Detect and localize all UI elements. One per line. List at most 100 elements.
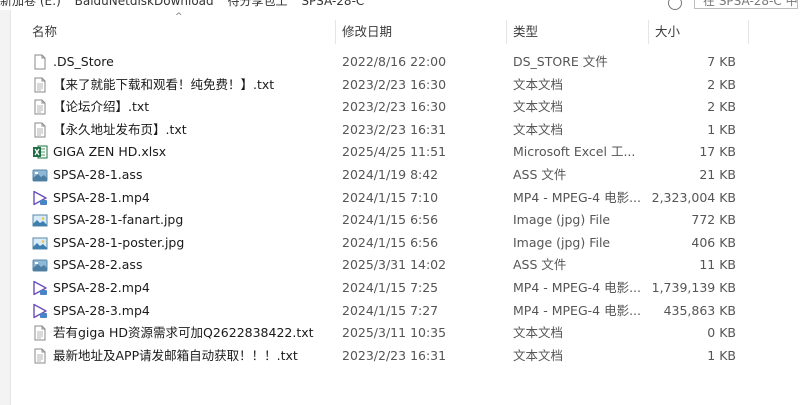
file-size: 406 KB (691, 234, 736, 250)
file-row[interactable]: 【来了就能下载和观看！纯免费！】.txt 2023/2/23 16:30 文本文档 2… (20, 74, 800, 97)
file-type: ASS 文件 (513, 257, 567, 273)
file-row[interactable]: 【论坛介绍】.txt 2023/2/23 16:30 文本文档 2 KB (20, 96, 800, 119)
file-date: 2023/2/23 16:30 (342, 99, 447, 115)
column-size-header[interactable]: 大小 (643, 14, 743, 50)
file-row[interactable]: .DS_Store 2022/8/16 22:00 DS_STORE 文件 7 KB (20, 51, 800, 74)
file-date: 2024/1/15 7:27 (342, 302, 439, 318)
file-type: MP4 - MPEG-4 电影... (513, 189, 641, 205)
text-file-icon (32, 99, 48, 115)
column-header: ^ 名称 修改日期 类型 大小 (20, 12, 800, 50)
file-row[interactable]: SPSA-28-1.ass 2024/1/19 8:42 ASS 文件 21 KB (20, 164, 800, 187)
file-name: SPSA-28-2.mp4 (53, 279, 150, 295)
column-type-header[interactable]: 类型 (501, 14, 643, 50)
ass-file-icon (32, 257, 48, 273)
file-date: 2022/8/16 22:00 (342, 54, 447, 69)
text-file-icon (32, 77, 48, 93)
file-row[interactable]: SPSA-28-3.mp4 2024/1/15 7:27 MP4 - MPEG-4 … (20, 300, 800, 323)
file-type: 文本文档 (513, 99, 564, 115)
ass-file-icon (32, 167, 48, 183)
file-date: 2023/2/23 16:31 (342, 347, 447, 363)
file-size: 1 KB (707, 121, 736, 137)
file-type: Image (jpg) File (513, 234, 611, 250)
file-size: 2 KB (707, 99, 736, 115)
file-name: 【论坛介绍】.txt (53, 99, 150, 115)
file-row[interactable]: SPSA-28-1.mp4 2024/1/15 7:10 MP4 - MPEG-4 … (20, 187, 800, 210)
file-date: 2024/1/19 8:42 (342, 166, 439, 182)
file-size: 1 KB (707, 347, 736, 363)
file-name: SPSA-28-1.ass (53, 166, 143, 182)
file-row[interactable]: SPSA-28-2.ass 2025/3/31 14:02 ASS 文件 11 KB (20, 254, 800, 277)
file-row[interactable]: SPSA-28-1-poster.jpg 2024/1/15 6:56 Image … (20, 232, 800, 255)
file-size: 17 KB (699, 144, 736, 160)
excel-file-icon (32, 144, 48, 160)
blank-file-icon (32, 54, 48, 70)
video-file-icon (32, 280, 48, 296)
refresh-icon[interactable] (668, 0, 682, 10)
file-type: Microsoft Excel 工... (513, 144, 636, 160)
file-date: 2025/3/31 14:02 (342, 257, 447, 273)
file-row[interactable]: SPSA-28-2.mp4 2024/1/15 7:25 MP4 - MPEG-4 … (20, 277, 800, 300)
file-name: SPSA-28-2.ass (53, 257, 143, 273)
file-type: 文本文档 (513, 121, 564, 137)
file-name: SPSA-28-3.mp4 (53, 302, 150, 318)
file-type: MP4 - MPEG-4 电影... (513, 302, 641, 318)
breadcrumb-item[interactable]: 新加卷 (E:) (0, 0, 61, 8)
file-date: 2024/1/15 7:25 (342, 279, 439, 295)
file-name: SPSA-28-1-poster.jpg (53, 234, 185, 250)
file-type: 文本文档 (513, 347, 564, 363)
file-type: DS_STORE 文件 (513, 54, 608, 69)
file-name: 若有giga HD资源需求可加Q2622838422.txt (53, 325, 314, 341)
file-size: 11 KB (699, 257, 736, 273)
file-size: 2,323,004 KB (651, 189, 736, 205)
breadcrumb-item[interactable]: BaiduNetdiskDownload (75, 0, 214, 8)
breadcrumb: 新加卷 (E:) BaiduNetdiskDownload 待分享包工 SPSA… (0, 0, 374, 9)
file-date: 2024/1/15 6:56 (342, 212, 439, 228)
file-type: 文本文档 (513, 76, 564, 92)
file-name: SPSA-28-1.mp4 (53, 189, 150, 205)
file-size: 772 KB (691, 212, 736, 228)
column-date-header[interactable]: 修改日期 (330, 14, 501, 50)
file-row[interactable]: GIGA ZEN HD.xlsx 2025/4/25 11:51 Microsoft… (20, 141, 800, 164)
file-size: 0 KB (707, 325, 736, 341)
file-date: 2025/4/25 11:51 (342, 144, 447, 160)
navigation-pane (0, 10, 11, 405)
file-date: 2023/2/23 16:31 (342, 121, 447, 137)
file-size: 21 KB (699, 166, 736, 182)
text-file-icon (32, 348, 48, 364)
file-size: 435,863 KB (663, 302, 736, 318)
address-bar: 新加卷 (E:) BaiduNetdiskDownload 待分享包工 SPSA… (0, 0, 800, 10)
file-type: MP4 - MPEG-4 电影... (513, 279, 641, 295)
file-type: ASS 文件 (513, 166, 567, 182)
file-date: 2023/2/23 16:30 (342, 76, 447, 92)
file-name: GIGA ZEN HD.xlsx (53, 144, 167, 160)
file-size: 7 KB (707, 54, 736, 69)
file-name: 最新地址及APP请发邮箱自动获取！！！.txt (53, 347, 298, 363)
search-input[interactable]: 在 SPSA-28-C 中 (694, 0, 798, 9)
column-divider[interactable] (748, 20, 749, 44)
file-type: 文本文档 (513, 325, 564, 341)
file-list: .DS_Store 2022/8/16 22:00 DS_STORE 文件 7 KB 【… (20, 51, 800, 367)
image-file-icon (32, 212, 48, 228)
video-file-icon (32, 190, 48, 206)
file-row[interactable]: 【永久地址发布页】.txt 2023/2/23 16:31 文本文档 1 KB (20, 119, 800, 142)
file-type: Image (jpg) File (513, 212, 611, 228)
file-date: 2024/1/15 7:10 (342, 189, 439, 205)
file-name: 【来了就能下载和观看！纯免费！】.txt (53, 76, 275, 92)
column-name-header[interactable]: 名称 (20, 14, 335, 50)
file-name: 【永久地址发布页】.txt (53, 121, 187, 137)
file-row[interactable]: 若有giga HD资源需求可加Q2622838422.txt 2025/3/11 … (20, 322, 800, 345)
file-row[interactable]: SPSA-28-1-fanart.jpg 2024/1/15 6:56 Image … (20, 209, 800, 232)
text-file-icon (32, 122, 48, 138)
image-file-icon (32, 235, 48, 251)
text-file-icon (32, 325, 48, 341)
file-date: 2024/1/15 6:56 (342, 234, 439, 250)
file-name: SPSA-28-1-fanart.jpg (53, 212, 184, 228)
file-size: 1,739,139 KB (651, 279, 736, 295)
breadcrumb-item[interactable]: SPSA-28-C (301, 0, 364, 8)
file-row[interactable]: 最新地址及APP请发邮箱自动获取！！！.txt 2023/2/23 16:31 文本… (20, 345, 800, 368)
file-date: 2025/3/11 10:35 (342, 325, 447, 341)
file-name: .DS_Store (53, 54, 114, 69)
file-size: 2 KB (707, 76, 736, 92)
breadcrumb-item[interactable]: 待分享包工 (227, 0, 287, 8)
video-file-icon (32, 303, 48, 319)
